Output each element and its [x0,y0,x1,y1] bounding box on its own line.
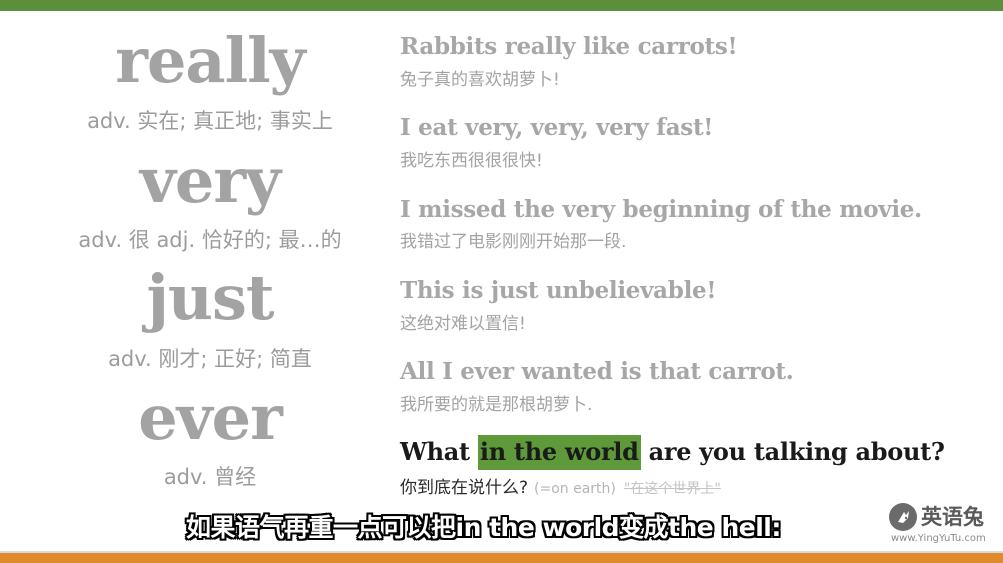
struck-literal-translation: "在这个世界上" [623,481,721,497]
example-translation-2: 我吃东西很很很快! [400,151,543,171]
vocab-word-really: really [115,24,305,97]
top-accent-bar [0,0,1003,11]
example-translation-5: 我所要的就是那根胡萝卜. [400,395,593,415]
example-sentence-3: I missed the very beginning of the movie… [400,196,922,223]
active-translation-text: 你到底在说什么? [400,478,529,498]
vocab-definition-just: adv. 刚才; 正好; 简直 [108,347,312,371]
example-sentence-1: Rabbits really like carrots! [400,33,738,60]
video-subtitle: 如果语气再重一点可以把in the world变成the hell: [186,513,781,542]
active-sentence-after: are you talking about? [640,437,945,466]
active-example-translation: 你到底在说什么? (=on earth) "在这个世界上" [400,480,721,497]
vocab-definition-ever: adv. 曾经 [163,465,257,489]
rabbit-logo-icon [889,503,917,531]
example-translation-3: 我错过了电影刚刚开始那一段. [400,232,627,252]
logo-url: www.YingYuTu.com [891,533,986,544]
vocab-word-just: just [146,261,274,334]
vocab-definition-very: adv. 很 adj. 恰好的; 最…的 [78,228,342,252]
example-sentence-5: All I ever wanted is that carrot. [400,358,794,385]
brand-logo: 英语兔 www.YingYuTu.com [889,503,999,547]
example-sentence-4: This is just unbelievable! [400,277,717,304]
example-translation-4: 这绝对难以置信! [400,314,526,334]
vocab-word-ever: ever [138,381,283,454]
bottom-accent-bar [0,553,1003,563]
active-sentence-before: What [400,437,478,466]
vocab-word-very: very [139,144,281,217]
active-example-sentence: What in the world are you talking about? [400,435,945,470]
example-sentence-2: I eat very, very, very fast! [400,114,714,141]
logo-name: 英语兔 [921,504,984,529]
vocab-definition-really: adv. 实在; 真正地; 事实上 [87,109,333,133]
equivalent-note: (=on earth) [534,481,616,497]
highlighted-phrase: in the world [477,435,641,470]
example-translation-1: 兔子真的喜欢胡萝卜! [400,70,560,90]
